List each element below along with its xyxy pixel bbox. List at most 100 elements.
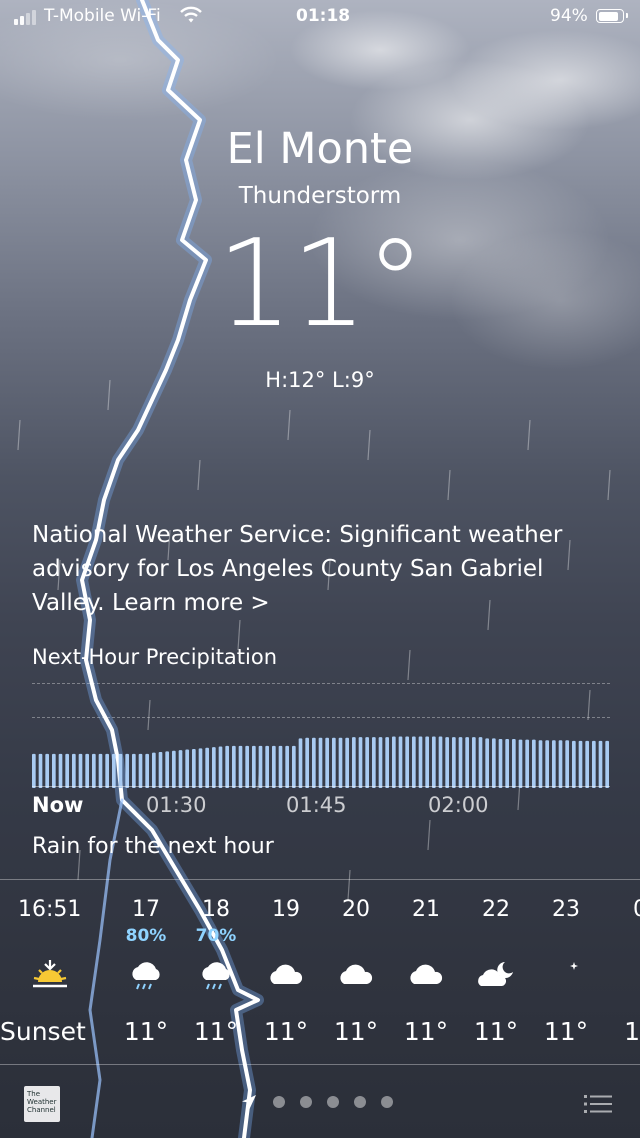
chart-baseline (32, 786, 610, 787)
hour-time: 22 (482, 897, 510, 922)
tick-now: Now (32, 793, 84, 817)
precip-chance (316, 925, 396, 947)
chart-gridline (32, 683, 610, 684)
precip-bar (338, 737, 343, 788)
precip-bar (358, 737, 363, 788)
precip-bar (552, 740, 556, 788)
divider (0, 1064, 640, 1065)
precip-bar (465, 737, 469, 788)
precip-bar (378, 737, 383, 788)
page-dot[interactable] (381, 1096, 393, 1108)
precip-bar (332, 737, 336, 788)
precip-chance (600, 925, 640, 947)
hour-temp: 11° (123, 1017, 169, 1046)
precip-bar (538, 740, 543, 788)
hour-temp: 11° (263, 1017, 309, 1046)
precip-bar (292, 745, 296, 788)
city-name: El Monte (226, 124, 414, 174)
cloud-rain-icon (176, 947, 256, 1005)
chart-gridline (32, 717, 610, 718)
precip-bar (472, 737, 476, 788)
precip-bar (498, 739, 503, 788)
precip-bar (452, 737, 456, 788)
precip-bar (45, 753, 49, 788)
hour-temp: 11° (403, 1017, 449, 1046)
cellular-signal-icon (14, 10, 36, 25)
precip-bar (265, 745, 269, 788)
sunset-icon (0, 947, 100, 1005)
current-condition: Thunderstorm (238, 183, 402, 209)
page-dot[interactable] (273, 1096, 285, 1108)
precip-bar (152, 752, 156, 788)
location-arrow-icon (242, 1095, 256, 1109)
precip-bar (245, 745, 249, 788)
hourly-item: 18 70% 11° (176, 895, 256, 1049)
precip-bar (545, 740, 549, 788)
precip-bar (192, 748, 196, 788)
precip-bar (598, 740, 603, 788)
precip-bar (412, 736, 416, 788)
logo-text: The Weather Channel (27, 1090, 57, 1114)
precip-bar (38, 753, 43, 788)
precip-bar (505, 739, 509, 788)
precip-bar (205, 747, 209, 788)
precip-bar (58, 753, 63, 788)
precip-bar (98, 753, 103, 788)
current-temperature: 11° (216, 215, 426, 354)
precip-chance (526, 925, 606, 947)
precip-bar (78, 753, 83, 788)
precip-bar (385, 737, 389, 788)
hour-temp: 11° (333, 1017, 379, 1046)
cloud-moon-icon (456, 947, 536, 1005)
learn-more-link[interactable]: Learn more > (112, 590, 270, 616)
precip-bar (158, 752, 163, 788)
page-dot[interactable] (354, 1096, 366, 1108)
hour-time: 23 (552, 897, 580, 922)
precip-bar (132, 753, 136, 788)
tick-0145: 01:45 (286, 793, 347, 817)
weather-advisory[interactable]: National Weather Service: Significant we… (32, 518, 602, 620)
hour-temp: 11° (193, 1017, 239, 1046)
precip-bar (218, 746, 223, 788)
high-low-temps: H:12° L:9° (265, 368, 375, 392)
hourly-item: 21 11° (386, 895, 466, 1049)
wifi-icon (180, 6, 202, 23)
page-indicator[interactable] (240, 1093, 393, 1111)
status-bar: T-Mobile Wi-Fi 01:18 94% (0, 0, 640, 34)
precip-bar (252, 745, 256, 788)
precip-bar (432, 736, 436, 788)
precip-bar (565, 740, 569, 788)
precip-bar (172, 750, 176, 788)
precip-bar (532, 739, 536, 788)
cloud-icon (316, 947, 396, 1005)
precip-bar (485, 738, 489, 788)
hour-time: 20 (342, 897, 370, 922)
precip-bar (558, 740, 563, 788)
hourly-item: 0 10 (600, 895, 640, 1049)
precip-bar (365, 737, 369, 788)
status-time: 01:18 (296, 6, 351, 26)
precip-bar (238, 745, 243, 788)
carrier-label: T-Mobile Wi-Fi (44, 6, 161, 26)
precip-bar (585, 740, 589, 788)
hour-time: 19 (272, 897, 300, 922)
cloud-rain-icon (106, 947, 186, 1005)
precip-bar (405, 736, 409, 788)
precip-bar (512, 739, 516, 788)
page-dot[interactable] (300, 1096, 312, 1108)
precip-bar (138, 753, 143, 788)
hour-time: 0 (600, 895, 640, 925)
precip-chance: 70% (195, 926, 237, 946)
precip-bar (52, 753, 56, 788)
precip-bar (518, 739, 523, 788)
precip-bar (272, 745, 276, 788)
weather-channel-logo[interactable]: The Weather Channel (24, 1086, 60, 1122)
moon-stars-icon (526, 947, 606, 1005)
precip-bar (165, 751, 169, 788)
page-dot[interactable] (327, 1096, 339, 1108)
precip-chance: 80% (125, 926, 167, 946)
precip-bar (478, 737, 483, 788)
precip-bar (278, 745, 283, 788)
list-icon[interactable] (584, 1093, 612, 1115)
precip-bar (65, 753, 69, 788)
